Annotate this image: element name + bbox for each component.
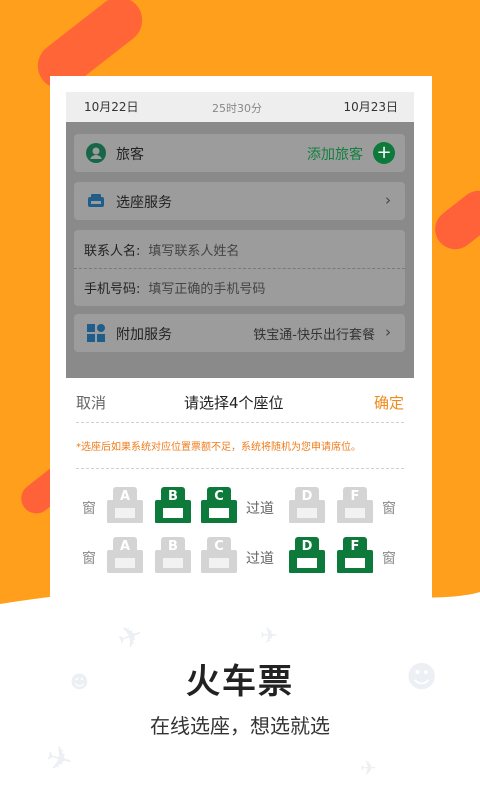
seat-letter: B bbox=[168, 539, 178, 554]
seat-button[interactable]: F bbox=[336, 536, 374, 576]
phone-label: 手机号码: bbox=[84, 282, 141, 297]
arrive-date: 10月23日 bbox=[343, 100, 398, 114]
seat-row: 窗 A B C 过道 D F 窗 bbox=[66, 486, 414, 530]
cancel-button[interactable]: 取消 bbox=[76, 392, 106, 413]
seat-button[interactable]: B bbox=[154, 486, 192, 526]
confirm-button[interactable]: 确定 bbox=[374, 392, 404, 413]
user-icon bbox=[86, 143, 106, 163]
seat-letter: A bbox=[119, 539, 131, 554]
aisle-label: 过道 bbox=[246, 551, 274, 567]
trip-duration: 25时30分 bbox=[212, 102, 262, 115]
divider bbox=[76, 468, 404, 469]
promo-subtitle: 在线选座，想选就选 bbox=[150, 714, 330, 738]
chevron-right-icon: › bbox=[385, 191, 391, 209]
depart-date: 10月22日 bbox=[84, 100, 139, 114]
seat-button[interactable]: C bbox=[200, 536, 238, 576]
seat-row: 窗 A B C 过道 D F 窗 bbox=[66, 536, 414, 580]
extra-service-row[interactable]: 附加服务 铁宝通-快乐出行套餐 › bbox=[74, 314, 405, 352]
trip-date-row: 10月22日 25时30分 10月23日 bbox=[66, 92, 414, 122]
sheet-title: 请选择4个座位 bbox=[184, 394, 284, 412]
seat-button[interactable]: A bbox=[106, 486, 144, 526]
airplane-icon: ✈ bbox=[360, 756, 377, 780]
seat-button[interactable]: D bbox=[288, 536, 326, 576]
seat-icon bbox=[86, 191, 106, 211]
seat-letter: B bbox=[168, 489, 178, 504]
window-label: 窗 bbox=[382, 501, 396, 517]
seat-letter: D bbox=[301, 539, 313, 554]
divider bbox=[76, 422, 404, 423]
seat-letter: F bbox=[350, 489, 360, 504]
contact-name-input[interactable]: 填写联系人姓名 bbox=[148, 244, 239, 259]
sheet-header: 取消 请选择4个座位 确定 bbox=[66, 378, 414, 422]
seat-button[interactable]: B bbox=[154, 536, 192, 576]
add-passenger-link[interactable]: 添加旅客 bbox=[307, 144, 363, 164]
seat-letter: D bbox=[301, 489, 313, 504]
seat-service-row[interactable]: 选座服务 › bbox=[74, 182, 405, 220]
seat-button[interactable]: D bbox=[288, 486, 326, 526]
airplane-icon: ✈ bbox=[260, 624, 279, 649]
contact-name-label: 联系人名: bbox=[84, 244, 141, 259]
window-label: 窗 bbox=[382, 551, 396, 567]
contact-name-field[interactable]: 联系人名: 填写联系人姓名 bbox=[84, 240, 239, 259]
grid-icon bbox=[86, 323, 106, 343]
extra-service-label: 附加服务 bbox=[116, 327, 172, 343]
seat-notice: *选座后如果系统对应位置票额不足，系统将随机为您申请席位。 bbox=[76, 442, 361, 453]
divider bbox=[74, 268, 405, 269]
seat-letter: C bbox=[214, 489, 224, 504]
promo-title: 火车票 bbox=[186, 662, 294, 702]
seat-picker-sheet: 取消 请选择4个座位 确定 *选座后如果系统对应位置票额不足，系统将随机为您申请… bbox=[66, 378, 414, 612]
contact-block: 联系人名: 填写联系人姓名 手机号码: 填写正确的手机号码 bbox=[74, 230, 405, 306]
window-label: 窗 bbox=[82, 501, 96, 517]
passenger-label: 旅客 bbox=[116, 147, 144, 163]
window-label: 窗 bbox=[82, 551, 96, 567]
phone-input[interactable]: 填写正确的手机号码 bbox=[148, 282, 265, 297]
seat-letter: F bbox=[350, 539, 360, 554]
extra-service-value: 铁宝通-快乐出行套餐 bbox=[253, 328, 375, 343]
app-screen: 10月22日 25时30分 10月23日 旅客 添加旅客 + 选座服务 › 联系… bbox=[66, 92, 414, 612]
plus-icon[interactable]: + bbox=[373, 142, 395, 164]
seat-button[interactable]: A bbox=[106, 536, 144, 576]
decor-stripe bbox=[427, 182, 480, 258]
seat-letter: A bbox=[119, 489, 131, 504]
phone-field[interactable]: 手机号码: 填写正确的手机号码 bbox=[84, 278, 265, 297]
seat-button[interactable]: F bbox=[336, 486, 374, 526]
aisle-label: 过道 bbox=[246, 501, 274, 517]
seat-letter: C bbox=[214, 539, 224, 554]
seat-service-label: 选座服务 bbox=[116, 195, 172, 211]
passenger-row[interactable]: 旅客 添加旅客 + bbox=[74, 134, 405, 172]
chevron-right-icon: › bbox=[385, 323, 391, 341]
seat-button[interactable]: C bbox=[200, 486, 238, 526]
